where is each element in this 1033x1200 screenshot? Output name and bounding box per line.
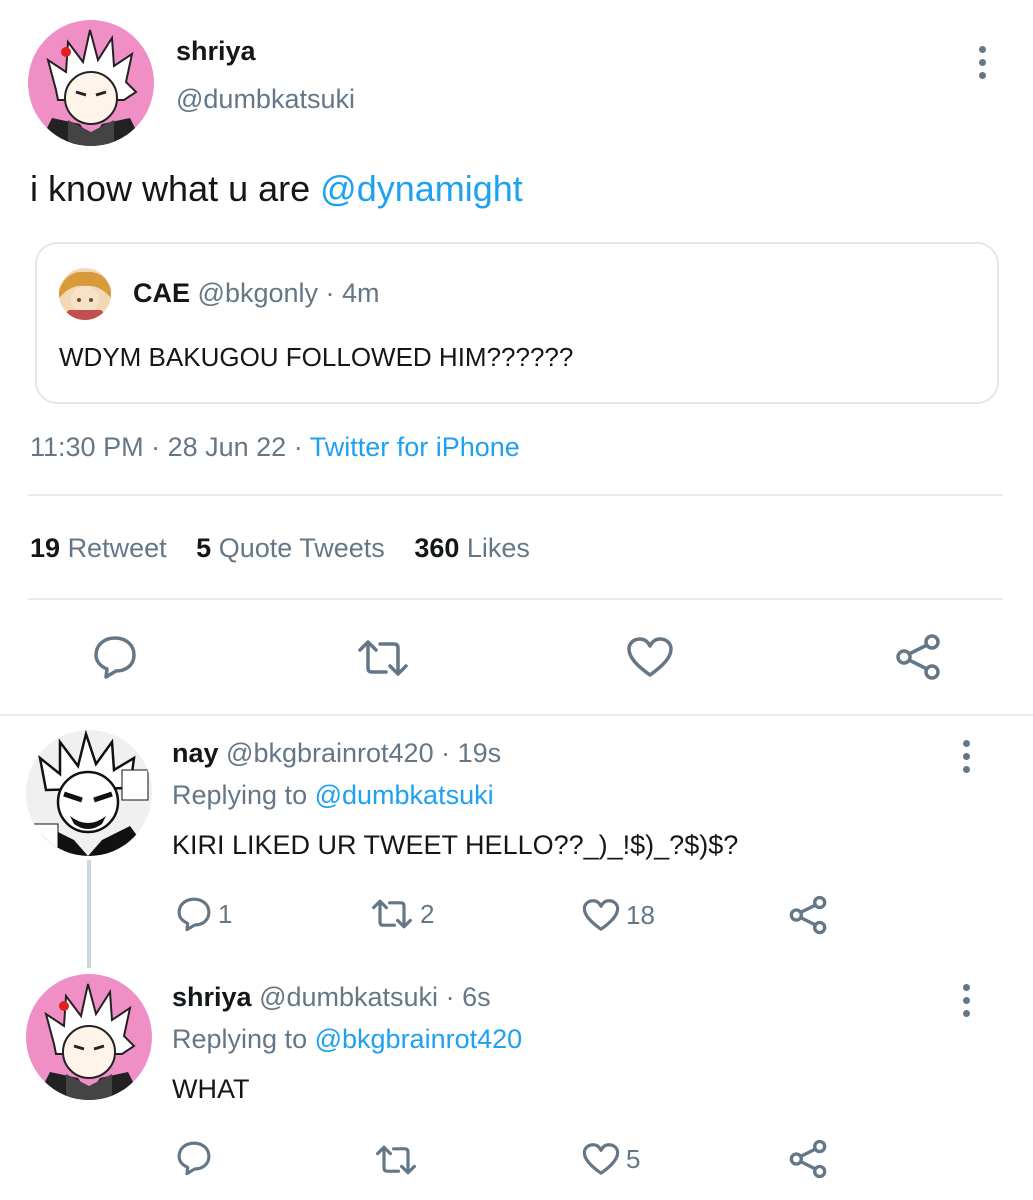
- reply-icon[interactable]: [92, 634, 138, 680]
- reply-icon: [176, 1140, 212, 1176]
- reply-time: · 6s: [445, 982, 491, 1012]
- retweet-icon: [374, 1144, 418, 1176]
- author-name[interactable]: shriya: [176, 36, 256, 67]
- retweet-count: 2: [420, 898, 435, 929]
- reply-author-name[interactable]: shriya: [172, 982, 252, 1012]
- author-handle[interactable]: @dumbkatsuki: [176, 84, 355, 115]
- share-icon[interactable]: [894, 633, 942, 681]
- like-action[interactable]: 5: [582, 1142, 640, 1176]
- tweet-date: · 28 Jun 22 ·: [151, 432, 303, 462]
- replying-label: Replying to: [172, 1024, 308, 1054]
- likes-stat[interactable]: 360 Likes: [414, 533, 530, 563]
- reply-action[interactable]: 1: [176, 896, 232, 932]
- quoted-text: WDYM BAKUGOU FOLLOWED HIM??????: [59, 342, 574, 372]
- thread-line: [87, 860, 91, 968]
- reply-time: · 19s: [441, 738, 502, 768]
- reply-count: 1: [218, 898, 233, 929]
- reply-author-name[interactable]: nay: [172, 738, 219, 768]
- avatar[interactable]: [28, 20, 154, 146]
- share-icon[interactable]: [788, 1139, 828, 1179]
- like-count: 18: [626, 899, 655, 930]
- quotes-stat[interactable]: 5 Quote Tweets: [196, 533, 392, 563]
- quoted-name: CAE: [133, 278, 191, 308]
- heart-icon[interactable]: [626, 636, 674, 678]
- retweets-count: 19: [30, 533, 61, 563]
- divider: [28, 598, 1003, 600]
- quoted-handle: @bkgonly: [197, 278, 319, 308]
- quotes-label: Quote Tweets: [218, 533, 385, 563]
- heart-icon: [582, 1142, 620, 1176]
- more-vertical-icon[interactable]: [960, 740, 972, 773]
- like-action[interactable]: 18: [582, 898, 655, 932]
- like-count: 5: [626, 1143, 641, 1174]
- reply-text: KIRI LIKED UR TWEET HELLO??_)_!$)_?$)$?: [172, 830, 739, 860]
- tweet-stats: 19 Retweet 5 Quote Tweets 360 Likes: [30, 533, 530, 564]
- retweets-stat[interactable]: 19 Retweet: [30, 533, 174, 563]
- replying-to-link[interactable]: @bkgbrainrot420: [315, 1024, 523, 1054]
- avatar[interactable]: [26, 730, 152, 856]
- reply-header: nay @bkgbrainrot420 · 19s: [172, 738, 501, 769]
- retweet-action[interactable]: 2: [370, 898, 434, 930]
- quoted-header: CAE @bkgonly · 4m: [133, 278, 380, 309]
- likes-count: 360: [414, 533, 460, 563]
- tweet-timestamp: 11:30 PM · 28 Jun 22 · Twitter for iPhon…: [30, 432, 520, 463]
- reply-icon: [176, 896, 212, 932]
- tweet-text-plain: i know what u are: [30, 168, 321, 209]
- avatar[interactable]: [26, 974, 152, 1100]
- quoted-tweet[interactable]: CAE @bkgonly · 4m WDYM BAKUGOU FOLLOWED …: [35, 242, 999, 404]
- reply-author-handle[interactable]: @dumbkatsuki: [259, 982, 438, 1012]
- reply-header: shriya @dumbkatsuki · 6s: [172, 982, 491, 1013]
- mention-link[interactable]: @dynamight: [320, 168, 523, 209]
- reply-action[interactable]: [176, 1140, 218, 1176]
- section-divider: [0, 714, 1033, 716]
- more-vertical-icon[interactable]: [960, 984, 972, 1017]
- reply-text: WHAT: [172, 1074, 250, 1104]
- more-vertical-icon[interactable]: [976, 46, 988, 79]
- quoted-time: · 4m: [325, 278, 380, 308]
- replying-to-link[interactable]: @dumbkatsuki: [315, 780, 494, 810]
- likes-label: Likes: [466, 533, 530, 563]
- replying-label: Replying to: [172, 780, 308, 810]
- reply-author-handle[interactable]: @bkgbrainrot420: [226, 738, 434, 768]
- retweet-action[interactable]: [374, 1144, 424, 1176]
- retweet-icon[interactable]: [356, 638, 410, 678]
- divider: [28, 494, 1003, 496]
- tweet-source-link[interactable]: Twitter for iPhone: [310, 432, 520, 462]
- replying-to: Replying to @dumbkatsuki: [172, 780, 494, 811]
- replying-to: Replying to @bkgbrainrot420: [172, 1024, 522, 1055]
- tweet-time: 11:30 PM: [30, 432, 144, 462]
- quoted-avatar: [59, 268, 111, 320]
- retweets-label: Retweet: [67, 533, 167, 563]
- quotes-count: 5: [196, 533, 212, 563]
- heart-icon: [582, 898, 620, 932]
- retweet-icon: [370, 898, 414, 930]
- share-icon[interactable]: [788, 895, 828, 935]
- tweet-text: i know what u are @dynamight: [30, 168, 523, 210]
